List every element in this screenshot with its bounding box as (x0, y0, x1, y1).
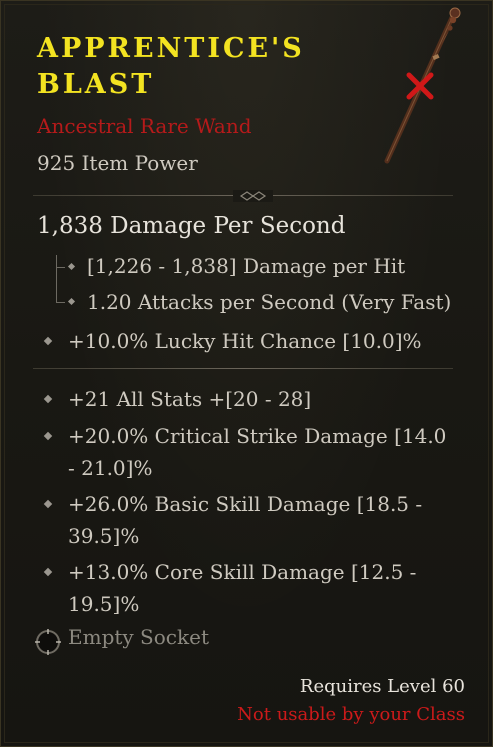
diamond-bullet-icon (43, 336, 53, 346)
socket-icon (35, 629, 61, 655)
item-name: Apprentice's Blast (37, 33, 305, 100)
stat-tree-connector (56, 255, 67, 303)
diamond-bullet-icon (43, 567, 53, 577)
item-tooltip: Apprentice's Blast Ancestral Rare Wand 9… (0, 0, 493, 747)
implicit-affix: +10.0% Lucky Hit Chance [10.0]% (68, 329, 422, 353)
level-requirement: Requires Level 60 (299, 676, 465, 697)
item-rarity: Ancestral Rare Wand (37, 114, 252, 138)
diamond-bullet-icon (43, 499, 53, 509)
affix-basic-skill-damage: +26.0% Basic Skill Damage [18.5 - 39.5]% (68, 492, 423, 548)
class-restriction: Not usable by your Class (237, 704, 465, 725)
item-power: 925 Item Power (37, 151, 198, 175)
attack-speed: 1.20 Attacks per Second (Very Fast) (87, 290, 452, 314)
diamond-bullet-icon (43, 394, 53, 404)
empty-socket-label: Empty Socket (68, 625, 209, 649)
diamond-bullet-icon (67, 262, 76, 271)
diamond-ornament-icon (233, 190, 273, 202)
section-divider (33, 363, 453, 375)
red-x-icon (406, 72, 434, 100)
damage-per-second: 1,838 Damage Per Second (37, 213, 346, 239)
diamond-bullet-icon (43, 431, 53, 441)
affix-core-skill-damage: +13.0% Core Skill Damage [12.5 - 19.5]% (68, 560, 417, 616)
damage-per-hit: [1,226 - 1,838] Damage per Hit (87, 254, 406, 278)
affix-critical-strike-damage: +20.0% Critical Strike Damage [14.0 - 21… (68, 424, 447, 480)
diamond-bullet-icon (67, 297, 76, 306)
affix-all-stats: +21 All Stats +[20 - 28] (68, 387, 312, 411)
section-divider (33, 190, 453, 202)
